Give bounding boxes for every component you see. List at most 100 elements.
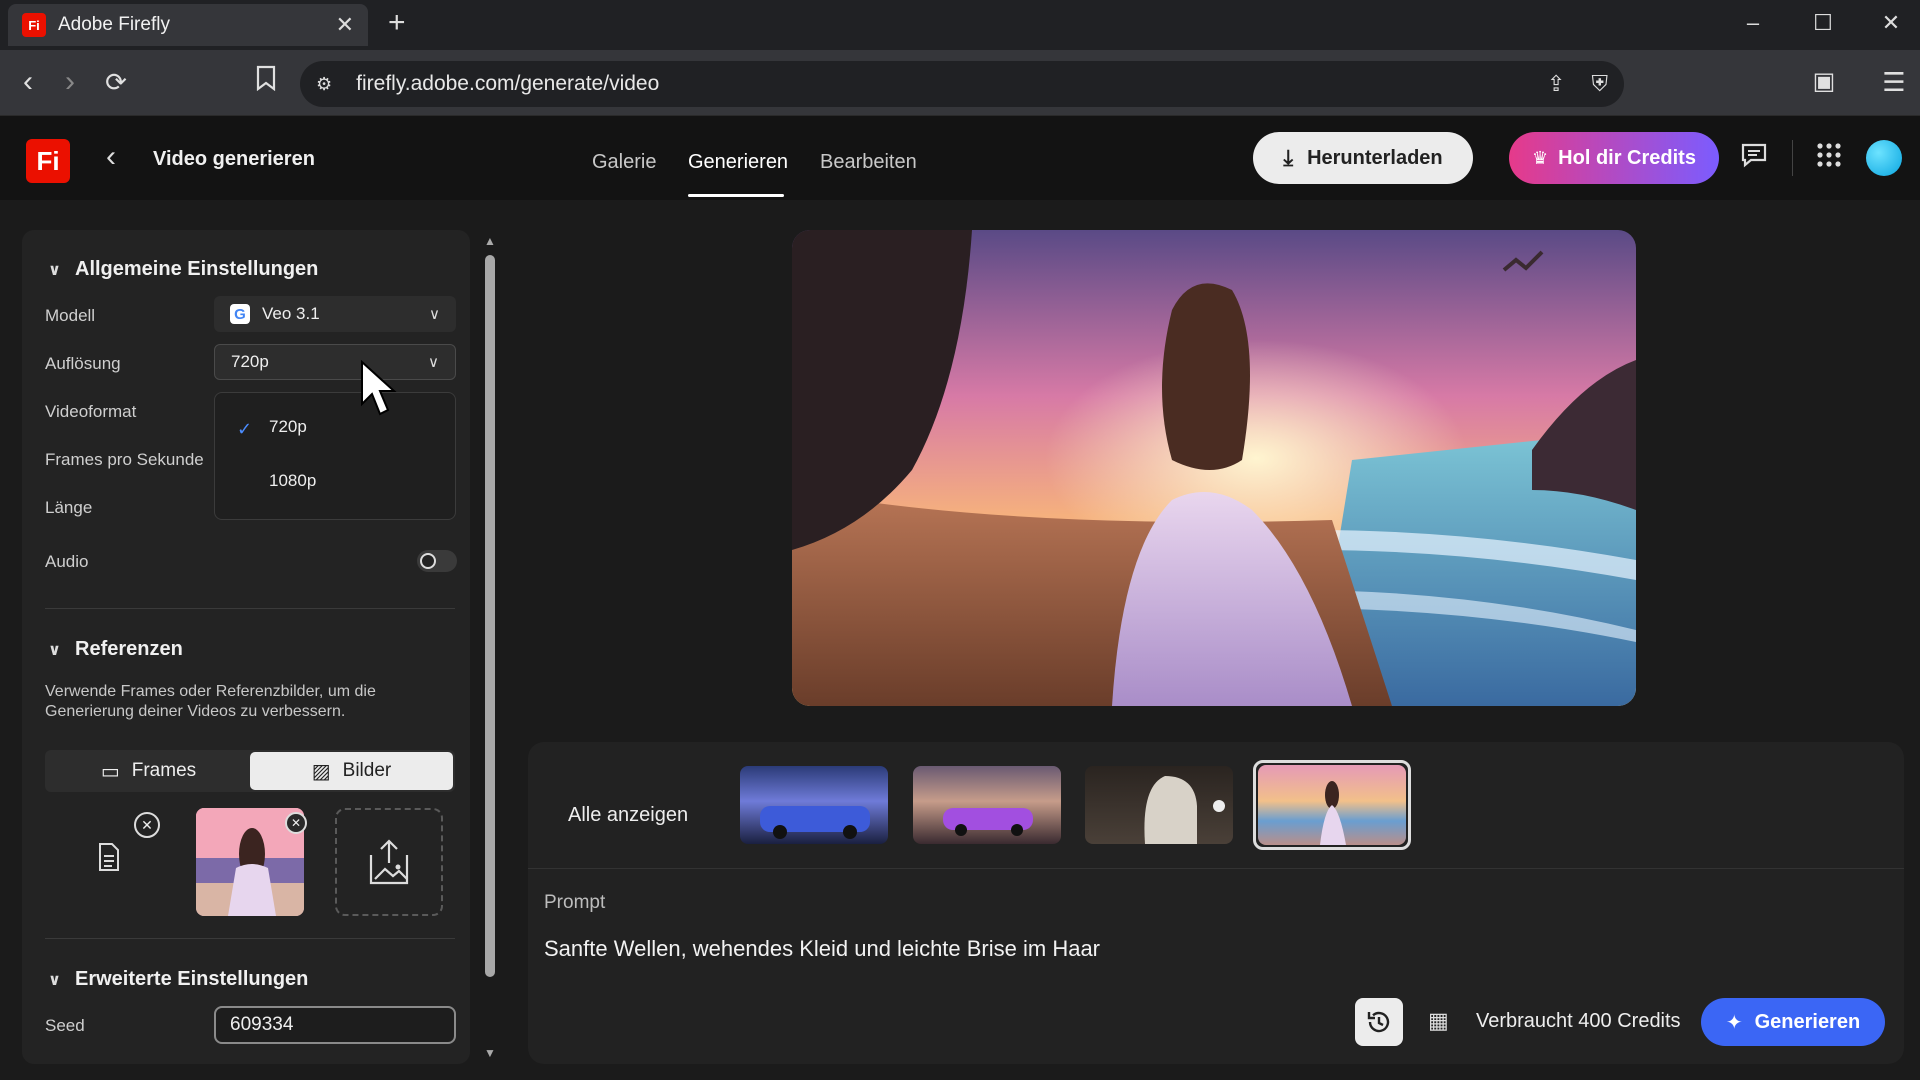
references-description: Verwende Frames oder Referenzbilder, um … bbox=[45, 683, 376, 720]
document-icon bbox=[96, 842, 122, 879]
resolution-value: 720p bbox=[231, 352, 269, 371]
remove-image-icon[interactable]: ✕ bbox=[285, 812, 307, 834]
length-label: Länge bbox=[45, 498, 93, 517]
generate-button[interactable]: ✦ Generieren bbox=[1701, 998, 1885, 1046]
prompt-input[interactable]: Sanfte Wellen, wehendes Kleid und leicht… bbox=[544, 936, 1100, 962]
chevron-down-icon: ∨ bbox=[428, 354, 439, 371]
advanced-settings-title: Erweiterte Einstellungen bbox=[75, 968, 309, 990]
prompt-history-button[interactable] bbox=[1355, 998, 1403, 1046]
seed-label: Seed bbox=[45, 1016, 85, 1035]
brave-shield-icon[interactable]: ⛨ bbox=[1591, 71, 1608, 97]
divider bbox=[45, 938, 455, 939]
tab-bearbeiten[interactable]: Bearbeiten bbox=[820, 151, 917, 174]
apps-grid-icon[interactable] bbox=[1816, 142, 1842, 175]
generation-panel: Alle anzeigen Prompt Sanfte Wellen, wehe… bbox=[528, 742, 1904, 1064]
advanced-settings-header[interactable]: ∨ Erweiterte Einstellungen bbox=[48, 968, 308, 991]
credits-icon: ▦ bbox=[1428, 1008, 1449, 1033]
divider bbox=[528, 868, 1904, 869]
app-header: Fi ‹ Video generieren Galerie Generieren… bbox=[0, 116, 1920, 200]
browser-toolbar: ‹ › ⟳ ⚙ firefly.adobe.com/generate/video… bbox=[0, 50, 1920, 116]
tab-generieren[interactable]: Generieren bbox=[688, 151, 788, 174]
references-header[interactable]: ∨ Referenzen bbox=[48, 638, 183, 661]
crown-icon: ♛ bbox=[1532, 147, 1549, 168]
firefly-logo[interactable]: Fi bbox=[26, 139, 70, 183]
minimize-icon[interactable]: – bbox=[1738, 10, 1768, 36]
close-window-icon[interactable]: ✕ bbox=[1876, 10, 1906, 36]
get-credits-button[interactable]: ♛ Hol dir Credits bbox=[1509, 132, 1719, 184]
upload-image-button[interactable] bbox=[335, 808, 443, 916]
frames-label: Frames bbox=[131, 760, 197, 781]
frames-button[interactable]: ▭ Frames bbox=[47, 752, 250, 790]
history-thumbnail[interactable] bbox=[1085, 766, 1233, 844]
new-tab-icon[interactable]: + bbox=[388, 8, 406, 38]
scroll-up-icon[interactable]: ▲ bbox=[484, 234, 496, 248]
prompt-label: Prompt bbox=[544, 892, 606, 913]
generate-sparkle-icon: ✦ bbox=[1725, 1011, 1743, 1034]
generated-video-preview[interactable] bbox=[792, 230, 1636, 706]
back-chevron-icon[interactable]: ‹ bbox=[106, 140, 116, 174]
general-settings-header[interactable]: ∨ Allgemeine Einstellungen bbox=[48, 258, 318, 281]
chevron-down-icon: ∨ bbox=[48, 641, 61, 659]
close-tab-icon[interactable]: ✕ bbox=[336, 12, 354, 38]
mouse-cursor-icon bbox=[361, 360, 397, 416]
avatar[interactable] bbox=[1866, 140, 1902, 176]
credits-usage-text: Verbraucht 400 Credits bbox=[1476, 1010, 1681, 1032]
model-value: Veo 3.1 bbox=[262, 304, 320, 323]
resolution-option-720p[interactable]: 720p bbox=[269, 417, 307, 437]
resolution-select[interactable]: 720p ∨ bbox=[214, 344, 456, 380]
videoformat-label: Videoformat bbox=[45, 402, 137, 421]
history-thumbnail[interactable] bbox=[913, 766, 1061, 844]
audio-toggle[interactable] bbox=[417, 550, 457, 572]
chevron-down-icon: ∨ bbox=[48, 261, 61, 279]
address-bar[interactable]: ⚙ firefly.adobe.com/generate/video ⇪ ⛨ bbox=[300, 61, 1624, 107]
download-button[interactable]: ⤓ Herunterladen bbox=[1253, 132, 1473, 184]
remove-frame-icon[interactable]: ✕ bbox=[134, 812, 160, 838]
audio-label: Audio bbox=[45, 552, 89, 571]
chevron-down-icon: ∨ bbox=[429, 306, 440, 323]
url-text[interactable]: firefly.adobe.com/generate/video bbox=[356, 72, 1521, 96]
wallet-icon[interactable]: ▣ bbox=[1806, 64, 1842, 100]
generate-label: Generieren bbox=[1754, 1010, 1861, 1033]
google-icon: G bbox=[230, 304, 250, 324]
image-icon: ▨ bbox=[311, 760, 331, 783]
firefly-favicon-icon: Fi bbox=[22, 13, 46, 37]
reference-type-toggle: ▭ Frames ▨ Bilder bbox=[45, 750, 455, 792]
browser-tab[interactable]: Fi Adobe Firefly ✕ bbox=[8, 4, 368, 46]
site-settings-icon[interactable]: ⚙ bbox=[316, 74, 332, 95]
resolution-label: Auflösung bbox=[45, 354, 121, 373]
resolution-option-1080p[interactable]: 1080p bbox=[269, 471, 316, 491]
seed-input[interactable]: 609334 bbox=[214, 1006, 456, 1044]
bookmark-icon[interactable] bbox=[248, 64, 284, 100]
download-icon: ⤓ bbox=[1283, 145, 1294, 170]
download-label: Herunterladen bbox=[1307, 146, 1443, 169]
menu-icon[interactable]: ☰ bbox=[1876, 64, 1912, 100]
header-divider bbox=[1792, 140, 1793, 176]
history-thumbnail-selected[interactable] bbox=[1258, 765, 1406, 845]
scroll-down-icon[interactable]: ▼ bbox=[484, 1046, 496, 1060]
feedback-icon[interactable] bbox=[1740, 142, 1768, 175]
references-title: Referenzen bbox=[75, 638, 183, 660]
film-icon: ▭ bbox=[100, 760, 120, 783]
history-icon bbox=[1367, 1011, 1390, 1033]
history-thumbnail[interactable] bbox=[740, 766, 888, 844]
resolution-dropdown: ✓ 720p 1080p bbox=[214, 392, 456, 520]
toggle-knob bbox=[420, 553, 436, 569]
images-button[interactable]: ▨ Bilder bbox=[250, 752, 453, 790]
reload-icon[interactable]: ⟳ bbox=[98, 64, 134, 100]
show-all-link[interactable]: Alle anzeigen bbox=[568, 804, 688, 827]
panel-scrollbar-thumb[interactable] bbox=[485, 255, 495, 977]
tab-galerie[interactable]: Galerie bbox=[592, 151, 656, 174]
model-label: Modell bbox=[45, 306, 96, 325]
checkmark-icon: ✓ bbox=[237, 419, 253, 439]
tab-title: Adobe Firefly bbox=[58, 14, 170, 35]
credits-label: Hol dir Credits bbox=[1558, 146, 1696, 169]
settings-panel: ∨ Allgemeine Einstellungen Modell G Veo … bbox=[22, 230, 470, 1064]
forward-icon[interactable]: › bbox=[52, 64, 88, 100]
model-select[interactable]: G Veo 3.1 ∨ bbox=[214, 296, 456, 332]
share-icon[interactable]: ⇪ bbox=[1547, 71, 1565, 97]
maximize-icon[interactable]: ☐ bbox=[1808, 10, 1838, 36]
divider bbox=[45, 608, 455, 609]
page-title: Video generieren bbox=[153, 148, 315, 170]
back-icon[interactable]: ‹ bbox=[10, 64, 46, 100]
chevron-down-icon: ∨ bbox=[48, 971, 61, 989]
